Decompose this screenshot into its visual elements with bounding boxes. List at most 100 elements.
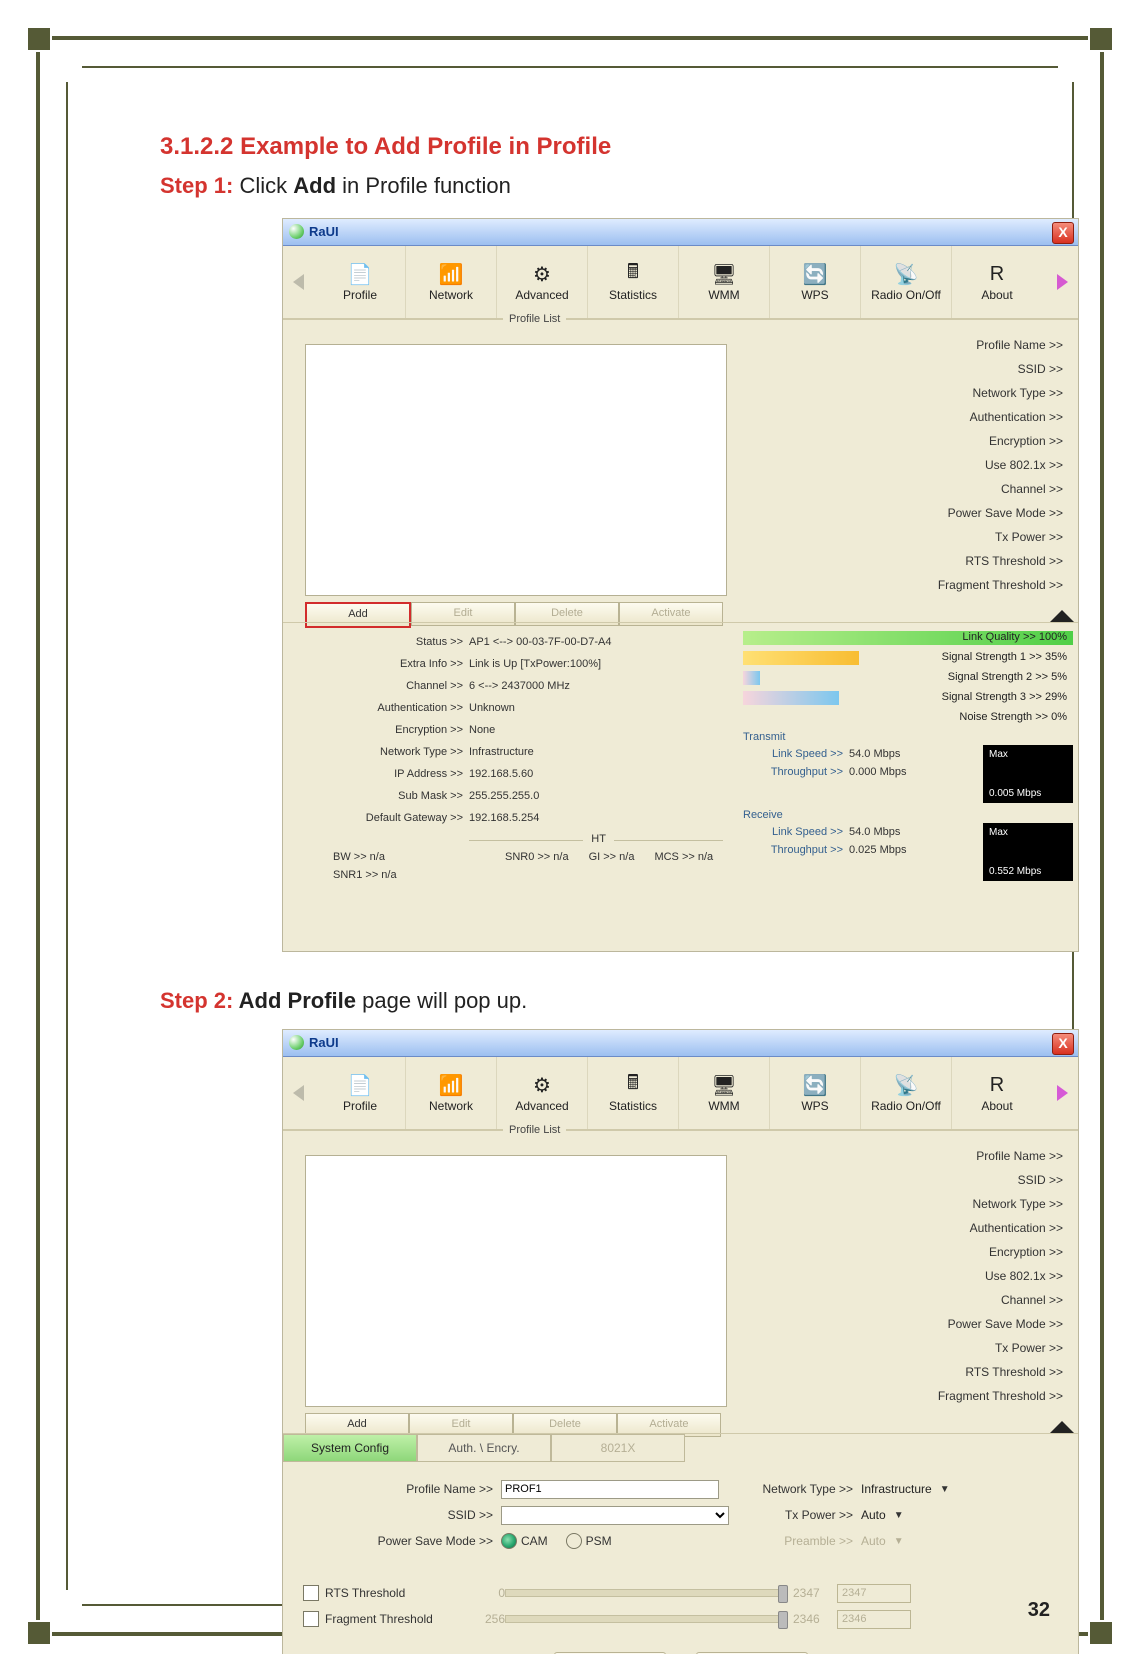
toolbar-wmm[interactable]: 🖥 WMM [679,1057,770,1129]
profile-name-input[interactable] [501,1480,719,1499]
window-title: RaUI [309,1035,339,1050]
wps-icon: 🔄 [801,262,829,286]
fragment-value: 2346 [837,1610,911,1629]
rts-label: RTS Threshold [325,1586,465,1600]
profile-info-label: Encryption >> [763,1245,1063,1269]
toolbar-item-label: Statistics [609,288,657,302]
status-row: Default Gateway >>192.168.5.254 [293,807,723,829]
close-icon[interactable]: X [1052,222,1074,244]
step1-bold: Add [293,173,336,198]
advanced-icon: ⚙ [528,262,556,286]
about-icon: R [983,1073,1011,1097]
toolbar-item-label: WMM [708,1099,739,1113]
profile-listbox[interactable] [305,1155,727,1407]
psm-label: Power Save Mode >> [303,1534,501,1548]
step2-line: Step 2: Add Profile page will pop up. [160,988,527,1014]
radio-cam-label: CAM [521,1534,548,1548]
profile-info-label: Profile Name >> [763,338,1063,362]
toolbar-radio-on-off[interactable]: 📡Radio On/Off [861,1057,952,1129]
toolbar-wps[interactable]: 🔄WPS [770,246,861,318]
app-icon [289,1035,304,1050]
rts-value: 2347 [837,1584,911,1603]
step2-prefix: Step 2: [160,988,233,1013]
fragment-slider[interactable] [505,1615,787,1623]
rts-slider[interactable] [505,1589,787,1597]
network-type-label: Network Type >> [703,1482,861,1496]
expand-up-icon[interactable] [1050,610,1074,622]
network-type-select[interactable]: Infrastructure▼ [861,1482,985,1496]
toolbar-about[interactable]: RAbout [952,246,1042,318]
app-icon [289,224,304,239]
main-toolbar: 📄Profile📶Network⚙Advanced🖩Statistics 🖥 WMM… [283,1057,1078,1130]
fragment-label: Fragment Threshold [325,1612,465,1626]
profile-info-label: Encryption >> [763,434,1063,458]
toolbar-about[interactable]: RAbout [952,1057,1042,1129]
profile-info-label: Fragment Threshold >> [763,578,1063,602]
screenshot-step1: RaUI X 📄Profile📶Network⚙Advanced 🖩 Statist… [282,218,1079,952]
profile-list-label: Profile List [503,313,566,325]
profile-info-label: Channel >> [763,482,1063,506]
close-icon[interactable]: X [1052,1033,1074,1055]
nav-prev-icon[interactable] [283,246,315,318]
toolbar-profile[interactable]: 📄Profile [315,246,406,318]
signal-bar: Signal Strength 2 >> 5% [743,671,1073,685]
tab-8021x[interactable]: 8021X [551,1434,685,1462]
status-row: Extra Info >>Link is Up [TxPower:100%] [293,653,723,675]
profile-info-label: SSID >> [763,362,1063,386]
ssid-select[interactable] [501,1506,729,1525]
status-row: Status >>AP1 <--> 00-03-7F-00-D7-A4 [293,631,723,653]
wmm-icon: 🖥 [710,262,738,286]
toolbar-radio-on-off[interactable]: 📡Radio On/Off [861,246,952,318]
radio-cam[interactable] [501,1533,517,1549]
toolbar-item-label: Radio On/Off [871,288,941,302]
rate-row: Throughput >>0.025 Mbps [743,841,965,859]
rts-min: 0 [465,1586,505,1600]
tab-auth-encry[interactable]: Auth. \ Encry. [417,1434,551,1462]
toolbar-profile[interactable]: 📄Profile [315,1057,406,1129]
status-row: Sub Mask >>255.255.255.0 [293,785,723,807]
step2-bold: Add Profile [233,988,356,1013]
chevron-down-icon: ▼ [940,1484,950,1495]
toolbar-advanced[interactable]: ⚙Advanced [497,1057,588,1129]
toolbar-advanced[interactable]: ⚙Advanced [497,246,588,318]
toolbar-network[interactable]: 📶Network [406,246,497,318]
rts-checkbox[interactable] [303,1585,319,1601]
wmm-icon: 🖥 [710,1073,738,1097]
toolbar-statistics[interactable]: 🖩Statistics [588,1057,679,1129]
tab-system-config[interactable]: System Config [283,1434,417,1462]
fragment-min: 256 [465,1612,505,1626]
profile-info-label: Tx Power >> [763,530,1063,554]
profile-info-label: RTS Threshold >> [763,1365,1063,1389]
toolbar-item-label: Statistics [609,1099,657,1113]
nav-prev-icon[interactable] [283,1057,315,1129]
profile-info-label: Use 802.1x >> [763,1269,1063,1293]
rate-row: Throughput >>0.000 Mbps [743,763,965,781]
nav-next-icon[interactable] [1046,1057,1078,1129]
window-title: RaUI [309,224,339,239]
nav-next-icon[interactable] [1046,246,1078,318]
toolbar-network[interactable]: 📶Network [406,1057,497,1129]
profile-info-label: Profile Name >> [763,1149,1063,1173]
tx-power-select[interactable]: Auto▼ [861,1508,985,1522]
toolbar-item-label: WPS [801,1099,828,1113]
profile-info-label: Authentication >> [763,410,1063,434]
tx-power-label: Tx Power >> [703,1508,861,1522]
status-row: Encryption >>None [293,719,723,741]
status-row: Channel >>6 <--> 2437000 MHz [293,675,723,697]
expand-up-icon[interactable] [1050,1421,1074,1433]
statistics-icon: 🖩 [619,262,647,286]
radio-psm[interactable] [566,1533,582,1549]
profile-icon: 📄 [346,262,374,286]
profile-listbox[interactable] [305,344,727,596]
toolbar-wps[interactable]: 🔄WPS [770,1057,861,1129]
screenshot-step2: RaUI X 📄Profile📶Network⚙Advanced🖩Statist… [282,1029,1079,1654]
status-row: IP Address >>192.168.5.60 [293,763,723,785]
fragment-checkbox[interactable] [303,1611,319,1627]
step1-prefix: Step 1: [160,173,233,198]
toolbar-statistics[interactable]: 🖩 Statistics [588,246,679,318]
profile-info-label: Fragment Threshold >> [763,1389,1063,1413]
rate-row: Link Speed >>54.0 Mbps [743,745,965,763]
toolbar-wmm[interactable]: 🖥WMM [679,246,770,318]
profile-info-label: Channel >> [763,1293,1063,1317]
throughput-graph: Max0.005 Mbps [983,745,1073,803]
